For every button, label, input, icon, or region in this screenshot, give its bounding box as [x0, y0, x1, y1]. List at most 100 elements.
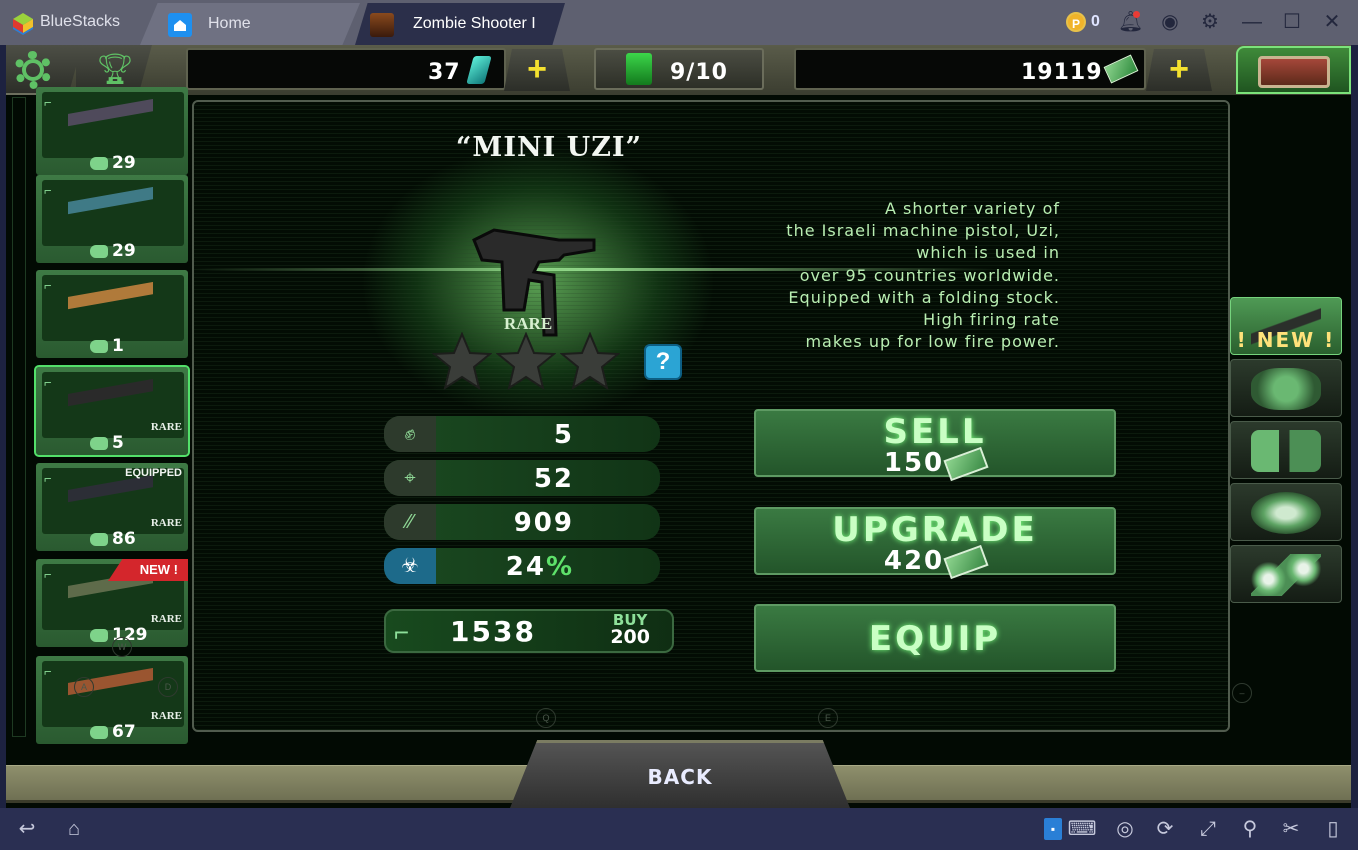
rifle-ammo-icon: ⌐: [394, 617, 410, 647]
weapon-card[interactable]: ⌐ 1: [36, 270, 188, 358]
stat-fire-rate-value: 909: [513, 508, 574, 538]
back-icon[interactable]: ↩: [10, 818, 44, 840]
minimize-icon[interactable]: —: [1240, 10, 1264, 34]
weapon-power: 5: [90, 433, 124, 453]
key-hint-q: Q: [536, 708, 556, 728]
android-navbar: ↩ ⌂ ▪ ⌨ ◎ ⟳ ⤢ ⚲ ✂ ▯: [0, 808, 1358, 850]
key-hint-w: W: [112, 637, 132, 657]
weapon-card[interactable]: ⌐ RARE 67: [36, 656, 188, 744]
weapon-power: 86: [90, 529, 136, 549]
fist-icon: [90, 436, 108, 450]
upgrade-button[interactable]: UPGRADE 420: [754, 507, 1116, 579]
rarity-label: RARE: [150, 710, 182, 722]
bluestacks-logo-icon: [13, 13, 33, 35]
bell-icon[interactable]: 🔔︎: [1118, 10, 1143, 34]
rarity-label: RARE: [504, 314, 553, 333]
weapon-description: A shorter variety of the Israeli machine…: [786, 199, 1060, 352]
keyboard-icon[interactable]: ⌨: [1066, 818, 1098, 840]
fullscreen-icon[interactable]: ⤢: [1194, 818, 1222, 840]
category-grenades-tab[interactable]: [1230, 421, 1342, 479]
key-hint-d: D: [158, 677, 178, 697]
weapon-card[interactable]: ⌐ 29: [36, 87, 188, 175]
tab-home-label: Home: [208, 15, 251, 32]
fuel-count: 9/10: [670, 60, 728, 85]
weapon-card[interactable]: ⌐ 29: [36, 175, 188, 263]
weapon-card[interactable]: ⌐ EQUIPPED RARE 86: [36, 463, 188, 551]
close-icon[interactable]: ✕: [1320, 10, 1344, 34]
add-gems-button[interactable]: +: [504, 49, 570, 91]
coin-count: 0: [1091, 13, 1100, 30]
fuel-can-icon: [626, 53, 652, 85]
category-mines-tab[interactable]: [1230, 483, 1342, 541]
rotate-icon[interactable]: ⟳: [1150, 818, 1180, 840]
add-cash-button[interactable]: +: [1146, 49, 1212, 91]
weapon-power: 67: [90, 722, 136, 742]
weapon-power: 29: [90, 153, 136, 173]
star-icon: [496, 332, 556, 390]
coin-icon: P: [1066, 12, 1086, 32]
gems-display: 37: [186, 48, 506, 90]
weapon-list-scrollbar[interactable]: [12, 97, 26, 737]
new-badge: ! NEW !: [1236, 328, 1336, 352]
weapon-power: 29: [90, 241, 136, 261]
back-button[interactable]: BACK: [510, 740, 850, 808]
category-drones-tab[interactable]: [1230, 545, 1342, 603]
armor-icon: [1251, 368, 1321, 410]
pistol-icon: ⌐: [44, 95, 52, 110]
trophy-icon: 🏆︎: [96, 53, 135, 86]
fist-icon: [90, 244, 108, 258]
eye-icon[interactable]: ◎: [1112, 818, 1138, 840]
location-icon[interactable]: ⚲: [1238, 818, 1262, 840]
key-hint-e: E: [818, 708, 838, 728]
shake-icon[interactable]: ▯: [1320, 818, 1346, 840]
star-rating: [432, 332, 620, 390]
scissors-icon[interactable]: ✂: [1278, 818, 1304, 840]
buy-ammo-button[interactable]: BUY 200: [610, 612, 650, 647]
tab-home[interactable]: Home: [140, 3, 360, 45]
app-name: BlueStacks: [40, 13, 121, 30]
drone-icon: [1251, 554, 1321, 596]
new-badge: NEW !: [108, 559, 188, 581]
stat-power: ✊︎ 5: [384, 416, 660, 452]
home-icon: [168, 13, 192, 37]
sell-button[interactable]: SELL 150: [754, 409, 1116, 481]
weapon-detail-panel: “MINI UZI” RARE ? A shorter variety of t…: [192, 100, 1230, 732]
launcher-icon: ⌐: [44, 567, 52, 582]
crosshair-icon: ⌖: [384, 460, 436, 496]
equipped-badge: EQUIPPED: [125, 467, 182, 479]
shop-chest-button[interactable]: [1236, 46, 1351, 94]
fist-icon: [90, 339, 108, 353]
rarity-label: RARE: [150, 517, 182, 529]
weapon-image: [68, 99, 153, 133]
launcher-icon: ⌐: [44, 664, 52, 679]
stat-fire-rate: ⁄⁄ 909: [384, 504, 660, 540]
fist-icon: [90, 532, 108, 546]
fist-icon: [90, 628, 108, 642]
weapon-card[interactable]: ⌐ RARE 5: [34, 365, 190, 457]
help-button[interactable]: ?: [644, 344, 682, 380]
game-thumbnail-icon: [370, 13, 394, 37]
tab-zombie-shooter[interactable]: Zombie Shooter I: [355, 3, 565, 45]
weapon-card[interactable]: ⌐ NEW ! RARE 129: [36, 559, 188, 647]
cash-display: 19119: [794, 48, 1146, 90]
weapon-title: “MINI UZI”: [455, 132, 643, 163]
fist-icon: ✊︎: [384, 416, 436, 452]
cash-count: 19119: [1021, 60, 1103, 85]
toggle-keymap-icon[interactable]: ▪: [1044, 818, 1062, 840]
star-icon: [560, 332, 620, 390]
settings-icon[interactable]: ⚙: [1198, 10, 1222, 34]
gems-count: 37: [428, 60, 461, 85]
home-icon[interactable]: ⌂: [56, 818, 92, 840]
category-weapons-tab[interactable]: ! NEW !: [1230, 297, 1342, 355]
cash-icon: [1103, 54, 1139, 84]
gear-icon: [14, 51, 52, 89]
cash-icon: [943, 446, 989, 481]
weapon-power: 1: [90, 336, 124, 356]
coin-balance[interactable]: P 0: [1066, 9, 1100, 35]
account-icon[interactable]: ◉: [1158, 10, 1182, 34]
bullets-icon: ⁄⁄: [384, 504, 436, 540]
treasure-chest-icon: [1258, 56, 1330, 88]
maximize-icon[interactable]: ☐: [1280, 10, 1304, 34]
equip-button[interactable]: EQUIP: [754, 604, 1116, 672]
category-armor-tab[interactable]: [1230, 359, 1342, 417]
